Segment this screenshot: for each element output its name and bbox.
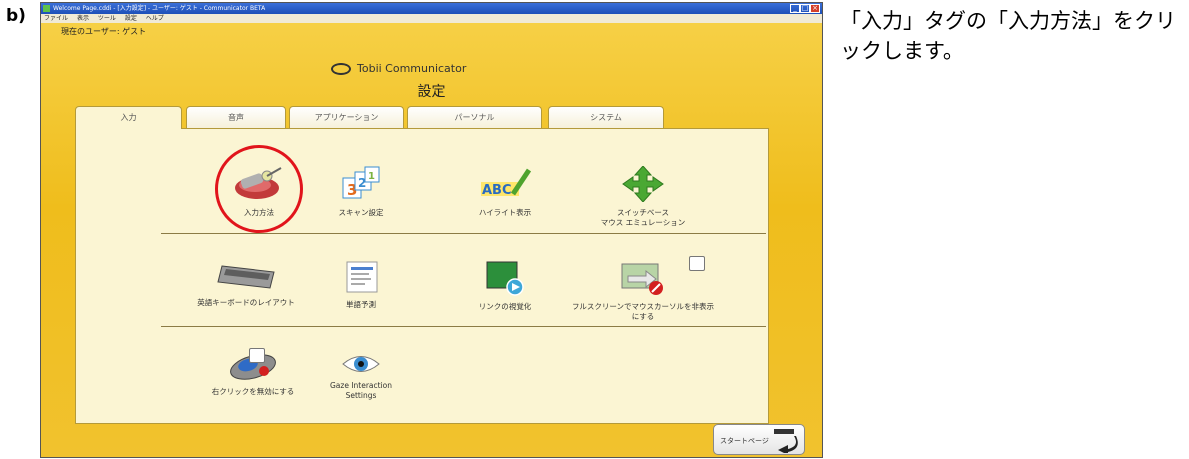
start-page-button[interactable]: スタートページ (713, 424, 805, 455)
scan-settings-icon: 3 2 1 (342, 166, 380, 199)
maximize-button[interactable]: □ (800, 4, 810, 13)
word-prediction-icon (346, 261, 378, 293)
keyboard-icon (217, 265, 275, 289)
tab-application[interactable]: アプリケーション (289, 106, 404, 128)
menu-settings[interactable]: 設定 (125, 15, 137, 22)
minimize-button[interactable]: _ (790, 4, 800, 13)
svg-text:ABC: ABC (482, 183, 512, 198)
close-button[interactable]: × (810, 4, 820, 13)
start-page-label: スタートページ (720, 437, 769, 445)
divider (161, 233, 766, 234)
highlight-item[interactable]: ABC ハイライト表示 (445, 166, 565, 218)
app-brand: Tobii Communicator (331, 62, 466, 75)
menu-file[interactable]: ファイル (44, 15, 68, 22)
right-click-checkbox[interactable] (249, 348, 265, 363)
page-title: 設定 (417, 84, 446, 100)
word-prediction-label: 単語予測 (346, 300, 376, 309)
move-arrows-icon (622, 166, 664, 202)
hide-cursor-fullscreen-label: フルスクリーンでマウスカーソルを非表示にする (571, 302, 715, 321)
divider (161, 326, 766, 327)
svg-text:1: 1 (368, 171, 375, 182)
menu-bar: ファイル 表示 ツール 設定 ヘルプ (41, 14, 822, 23)
switch-mouse-emulation-item[interactable]: スイッチベース マウス エミュレーション (583, 166, 703, 228)
scan-settings-label: スキャン設定 (338, 208, 384, 217)
menu-view[interactable]: 表示 (77, 15, 89, 22)
tab-personal[interactable]: パーソナル (407, 106, 542, 128)
english-keyboard-item[interactable]: 英語キーボードのレイアウト (171, 260, 321, 308)
menu-help[interactable]: ヘルプ (146, 15, 164, 22)
scan-settings-item[interactable]: 3 2 1 スキャン設定 (301, 166, 421, 218)
link-visualization-label: リンクの視覚化 (478, 302, 532, 311)
current-user: 現在のユーザー: ゲスト (61, 27, 147, 36)
switch-mouse-emulation-label: スイッチベース マウス エミュレーション (600, 208, 686, 227)
disable-right-click-label: 右クリックを無効にする (211, 387, 295, 396)
app-icon (43, 5, 50, 12)
highlight-circle (215, 145, 303, 233)
gaze-interaction-settings-label: Gaze Interaction Settings (329, 381, 393, 400)
step-label: b) (6, 6, 26, 26)
app-window: Welcome Page.cddi - [入力設定] - ユーザー: ゲスト -… (40, 2, 823, 458)
tobii-logo-icon (331, 63, 351, 75)
english-keyboard-label: 英語キーボードのレイアウト (197, 298, 295, 307)
title-bar: Welcome Page.cddi - [入力設定] - ユーザー: ゲスト -… (41, 3, 822, 14)
eye-icon (342, 356, 380, 372)
gaze-interaction-settings-item[interactable]: Gaze Interaction Settings (301, 353, 421, 401)
link-visualization-item[interactable]: リンクの視覚化 (445, 260, 565, 312)
highlight-label: ハイライト表示 (478, 208, 532, 217)
hide-cursor-checkbox[interactable] (689, 256, 705, 271)
window-title: Welcome Page.cddi - [入力設定] - ユーザー: ゲスト -… (53, 5, 266, 12)
start-arrow-icon (774, 429, 798, 453)
hide-cursor-icon (621, 263, 663, 295)
brand-name: Tobii Communicator (357, 62, 467, 75)
word-prediction-item[interactable]: 単語予測 (301, 260, 421, 310)
tab-input[interactable]: 入力 (75, 106, 182, 129)
link-visualize-icon (486, 261, 524, 296)
highlight-abc-icon: ABC (481, 168, 532, 198)
tab-system[interactable]: システム (548, 106, 664, 128)
instruction-text: 「入力」タグの「入力方法」をクリックします。 (840, 9, 1176, 63)
tab-voice[interactable]: 音声 (186, 106, 286, 128)
menu-tools[interactable]: ツール (98, 15, 116, 22)
